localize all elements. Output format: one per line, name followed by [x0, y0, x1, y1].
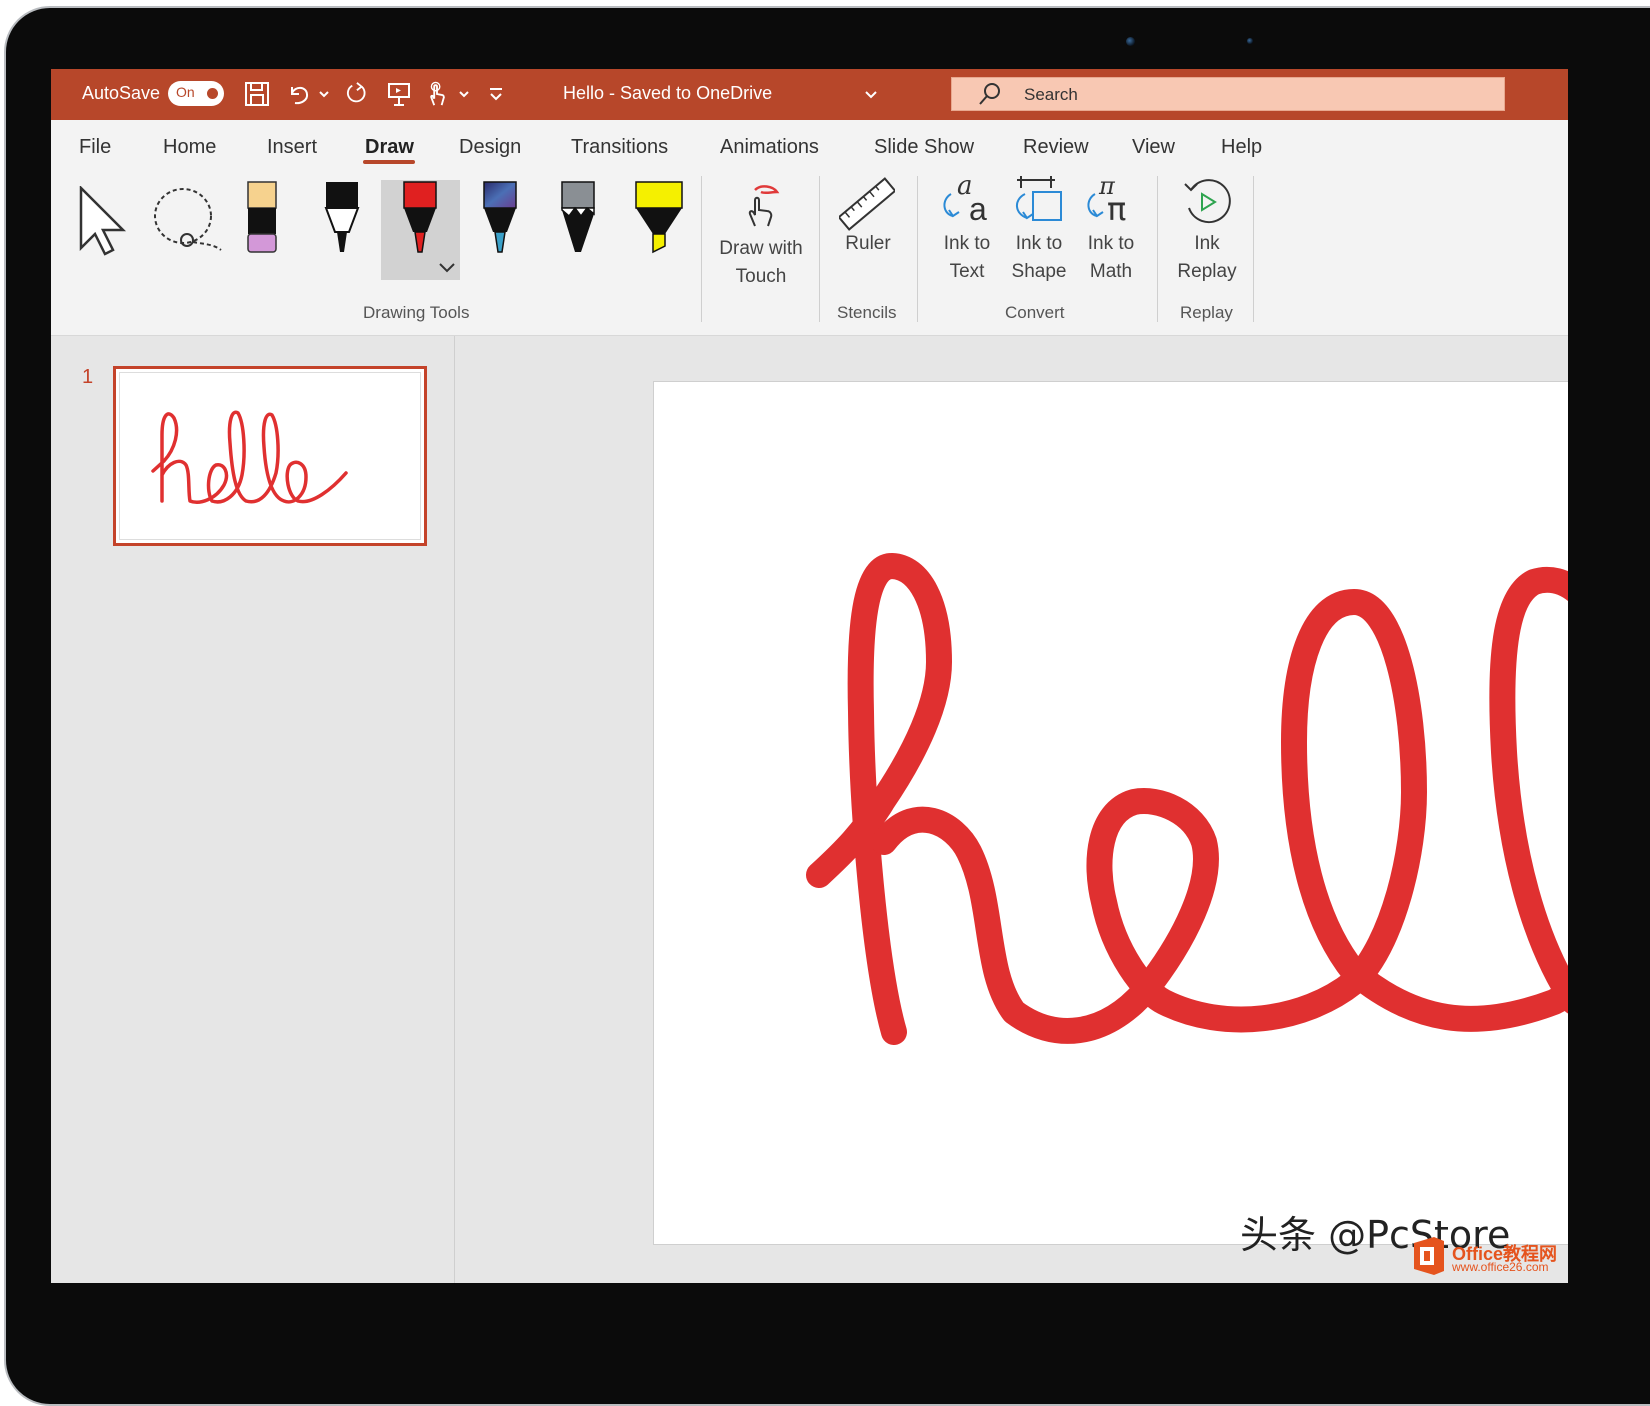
thumbnail-canvas [119, 372, 421, 540]
eraser-icon[interactable] [245, 180, 279, 256]
select-tool-icon[interactable] [77, 186, 131, 258]
tab-slide-show[interactable]: Slide Show [874, 136, 974, 159]
sensor-lens [1247, 38, 1253, 44]
group-separator [1253, 176, 1254, 322]
redo-icon[interactable] [342, 81, 370, 107]
tab-design[interactable]: Design [459, 136, 521, 159]
save-icon[interactable] [244, 81, 270, 107]
ink-to-math-label[interactable]: Ink to Math [1073, 230, 1149, 286]
search-placeholder: Search [1024, 85, 1078, 104]
group-separator [1157, 176, 1158, 322]
black-pen-icon[interactable] [323, 180, 361, 258]
autosave-toggle[interactable]: On [168, 81, 224, 106]
draw-with-touch-icon[interactable] [741, 180, 785, 230]
svg-text:π: π [1107, 190, 1126, 228]
ruler-label[interactable]: Ruler [831, 230, 905, 258]
draw-with-touch-line-1: Draw with [719, 238, 803, 259]
ink-to-text-label[interactable]: Ink to Text [929, 230, 1005, 286]
tab-draw[interactable]: Draw [365, 136, 414, 159]
search-icon [979, 83, 1000, 105]
draw-with-touch-label[interactable]: Draw with Touch [707, 235, 815, 291]
pencil-icon[interactable] [559, 180, 597, 258]
ink-replay-icon[interactable] [1179, 174, 1235, 230]
ink-to-math-line-1: Ink to [1087, 233, 1135, 254]
group-separator [701, 176, 702, 322]
ink-to-shape-line-1: Ink to [1015, 233, 1063, 254]
draw-with-touch-line-2: Touch [735, 266, 787, 287]
slide-thumbnails-panel: 1 [51, 336, 455, 1283]
tab-insert[interactable]: Insert [267, 136, 317, 159]
search-box[interactable]: Search [951, 77, 1505, 111]
group-label-convert: Convert [1005, 303, 1065, 322]
camera-lens [1126, 37, 1135, 46]
galaxy-pen-icon[interactable] [481, 180, 519, 258]
lasso-select-icon[interactable] [151, 184, 225, 256]
tab-view[interactable]: View [1132, 136, 1175, 159]
ink-replay-line-2: Replay [1177, 261, 1237, 282]
undo-dropdown-chevron-icon[interactable] [318, 81, 330, 107]
pen-options-chevron-icon[interactable] [437, 260, 457, 276]
ink-to-math-icon[interactable]: π π [1083, 172, 1139, 228]
device: AutoSave On Hello - Saved to OneDrive Se… [0, 0, 1650, 1406]
slide-number: 1 [82, 366, 94, 388]
thumbnail-ink-hello [151, 410, 348, 504]
group-label-drawing-tools: Drawing Tools [363, 303, 470, 322]
ink-to-text-line-1: Ink to [943, 233, 991, 254]
slide-ink-hello[interactable] [654, 382, 1568, 1244]
svg-text:a: a [969, 191, 987, 227]
office-logo-icon [1414, 1237, 1444, 1275]
red-pen-icon[interactable] [401, 180, 439, 258]
slide-editor [455, 336, 1568, 1283]
undo-icon[interactable] [286, 81, 312, 107]
title-bar: AutoSave On Hello - Saved to OneDrive Se… [51, 69, 1568, 120]
active-tab-indicator [363, 160, 415, 164]
ink-replay-label[interactable]: Ink Replay [1167, 230, 1247, 286]
ink-to-shape-icon[interactable] [1011, 174, 1067, 230]
slide-thumbnail-1[interactable] [113, 366, 427, 546]
ink-to-text-icon[interactable]: a a [939, 172, 995, 228]
ink-to-shape-line-2: Shape [1011, 261, 1067, 282]
slide-canvas[interactable] [653, 381, 1568, 1245]
ink-to-shape-label[interactable]: Ink to Shape [1001, 230, 1077, 286]
toggle-knob [207, 88, 218, 99]
tab-transitions[interactable]: Transitions [571, 136, 668, 159]
ink-to-math-line-2: Math [1089, 261, 1133, 282]
group-separator [819, 176, 820, 322]
autosave-state: On [176, 84, 195, 100]
ruler-icon[interactable] [839, 176, 895, 232]
tab-file[interactable]: File [79, 136, 111, 159]
group-separator [917, 176, 918, 322]
tab-review[interactable]: Review [1023, 136, 1089, 159]
powerpoint-window: AutoSave On Hello - Saved to OneDrive Se… [51, 69, 1568, 1283]
highlighter-icon[interactable] [633, 180, 685, 258]
tab-animations[interactable]: Animations [720, 136, 819, 159]
group-label-stencils: Stencils [837, 303, 897, 322]
ink-replay-line-1: Ink [1194, 233, 1220, 254]
watermark-logo-url: www.office26.com [1452, 1260, 1549, 1274]
tab-home[interactable]: Home [163, 136, 216, 159]
autosave-label: AutoSave [82, 83, 161, 103]
touch-dropdown-chevron-icon[interactable] [458, 81, 470, 107]
touch-mode-icon[interactable] [425, 81, 449, 107]
group-label-replay: Replay [1180, 303, 1233, 322]
document-title[interactable]: Hello - Saved to OneDrive [563, 83, 772, 104]
customize-toolbar-icon[interactable] [488, 81, 504, 107]
present-icon[interactable] [386, 81, 412, 107]
tab-help[interactable]: Help [1221, 136, 1262, 159]
ribbon: File Home Insert Draw Design Transitions… [51, 120, 1568, 336]
chevron-down-icon[interactable] [863, 83, 879, 105]
ink-to-text-line-2: Text [949, 261, 985, 282]
